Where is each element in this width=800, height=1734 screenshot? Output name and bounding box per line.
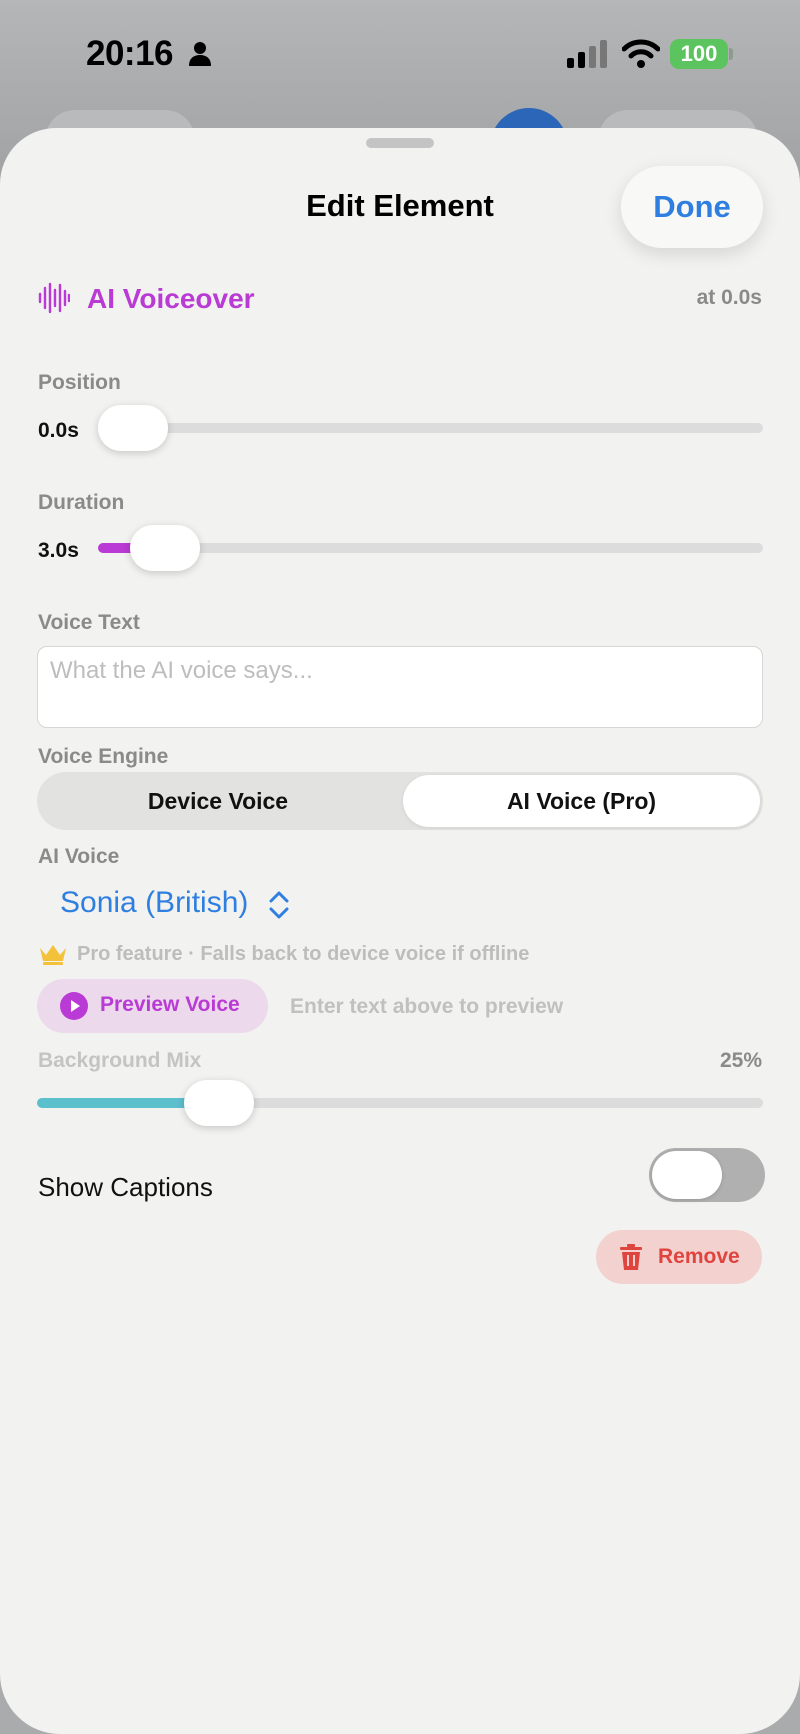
- crown-icon: [40, 945, 66, 965]
- wifi-icon: [622, 39, 660, 68]
- background-mix-thumb[interactable]: [183, 1080, 254, 1126]
- sheet-grabber[interactable]: [366, 138, 434, 148]
- toggle-knob: [652, 1151, 722, 1199]
- ai-voice-label: AI Voice: [38, 845, 120, 868]
- ai-voice-picker[interactable]: Sonia (British): [60, 886, 248, 920]
- voice-text-input[interactable]: [37, 646, 763, 728]
- element-start-time: at 0.0s: [696, 286, 762, 309]
- voice-text-label: Voice Text: [38, 611, 140, 634]
- element-name: AI Voiceover: [87, 283, 255, 314]
- position-value: 0.0s: [38, 419, 79, 442]
- background-mix-label: Background Mix: [38, 1049, 202, 1072]
- edit-element-sheet: Edit Element Done AI Voiceover at 0.0s P…: [0, 128, 800, 1734]
- background-mix-value: 25%: [719, 1049, 762, 1072]
- voice-engine-segmented-control: Device Voice AI Voice (Pro): [37, 772, 763, 830]
- show-captions-toggle[interactable]: [649, 1148, 765, 1202]
- duration-label: Duration: [38, 491, 125, 514]
- voice-engine-label: Voice Engine: [38, 745, 169, 768]
- duration-slider[interactable]: [98, 525, 763, 571]
- signal-icon: [567, 40, 607, 68]
- pro-note-text: Pro feature · Falls back to device voice…: [77, 943, 530, 965]
- preview-voice-button[interactable]: Preview Voice: [37, 979, 268, 1033]
- position-slider[interactable]: [98, 405, 763, 451]
- remove-button[interactable]: Remove: [596, 1230, 762, 1284]
- battery-tip: [729, 48, 733, 60]
- segment-device-voice[interactable]: Device Voice: [40, 775, 396, 827]
- background-mix-slider[interactable]: [37, 1080, 763, 1126]
- element-header: AI Voiceover at 0.0s: [38, 278, 762, 318]
- position-slider-thumb[interactable]: [98, 405, 168, 451]
- duration-slider-thumb[interactable]: [129, 525, 200, 571]
- done-button[interactable]: Done: [621, 166, 763, 248]
- status-time: 20:16: [86, 34, 174, 73]
- preview-hint: Enter text above to preview: [290, 995, 564, 1018]
- position-label: Position: [38, 371, 121, 394]
- trash-icon: [620, 1244, 642, 1270]
- duration-value: 3.0s: [38, 539, 79, 562]
- segment-ai-voice-pro[interactable]: AI Voice (Pro): [403, 775, 760, 827]
- person-icon: [189, 42, 211, 66]
- preview-voice-label: Preview Voice: [100, 993, 240, 1016]
- waveform-icon: [38, 282, 70, 314]
- show-captions-label: Show Captions: [38, 1172, 213, 1202]
- battery-icon: 100: [670, 39, 728, 69]
- chevron-up-down-icon[interactable]: [268, 890, 290, 920]
- remove-label: Remove: [658, 1245, 740, 1268]
- play-icon: [60, 992, 88, 1020]
- status-bar: 20:16 100: [0, 0, 800, 110]
